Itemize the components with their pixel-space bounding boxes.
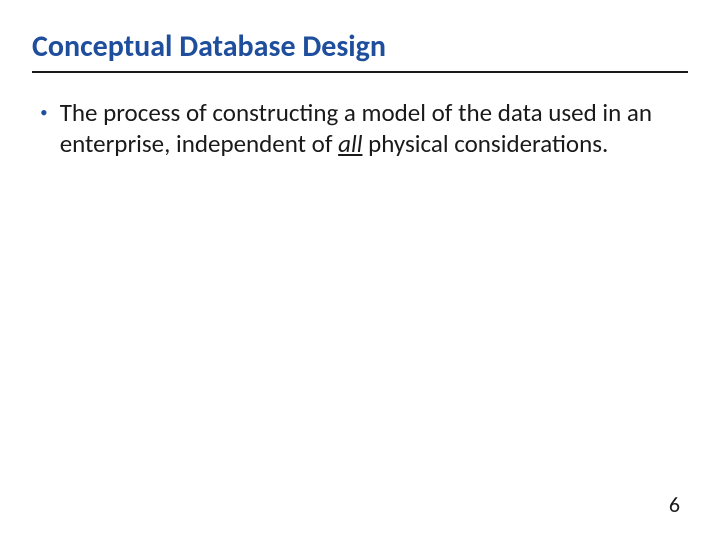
page-number: 6: [669, 491, 680, 518]
bullet-text: The process of constructing a model of t…: [60, 97, 688, 160]
bullet-text-emphasized: all: [338, 128, 362, 159]
slide-content: • The process of constructing a model of…: [32, 97, 688, 160]
slide-container: Conceptual Database Design • The process…: [0, 0, 720, 540]
slide-title: Conceptual Database Design: [32, 28, 688, 73]
bullet-marker-icon: •: [40, 99, 48, 127]
bullet-item: • The process of constructing a model of…: [40, 97, 688, 160]
bullet-text-after: physical considerations.: [362, 128, 608, 159]
